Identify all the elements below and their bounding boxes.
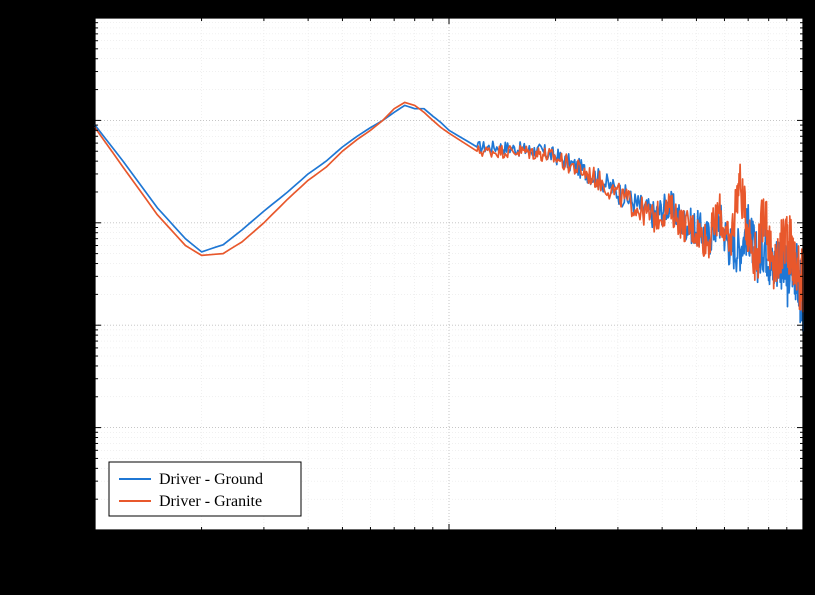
chart-container: 101 102 103 10-10 10-9 10-8 10-7 10-6 10-5 Frequ… (0, 0, 815, 590)
legend-label: Driver - Ground (159, 471, 263, 488)
legend: Driver - Ground Driver - Granite (109, 462, 301, 516)
tick-label: 10-7 (60, 213, 86, 232)
chart-svg: 101 102 103 10-10 10-9 10-8 10-7 10-6 10-5 Frequ… (0, 0, 815, 590)
tick-label: 10-5 (60, 8, 86, 27)
legend-label: Driver - Granite (159, 493, 262, 510)
tick-label: 10-8 (60, 315, 86, 334)
tick-label: 102 (438, 535, 460, 554)
tick-label: 10-10 (54, 520, 85, 539)
tick-label: 101 (84, 535, 106, 554)
tick-label: 103 (792, 535, 814, 554)
tick-label: 10-9 (60, 418, 86, 437)
tick-label: 10-6 (60, 110, 86, 129)
y-axis-label: Magnitude of Receptance [m/N] (12, 170, 29, 377)
x-axis-label: Frequency [Hz] (399, 562, 500, 579)
